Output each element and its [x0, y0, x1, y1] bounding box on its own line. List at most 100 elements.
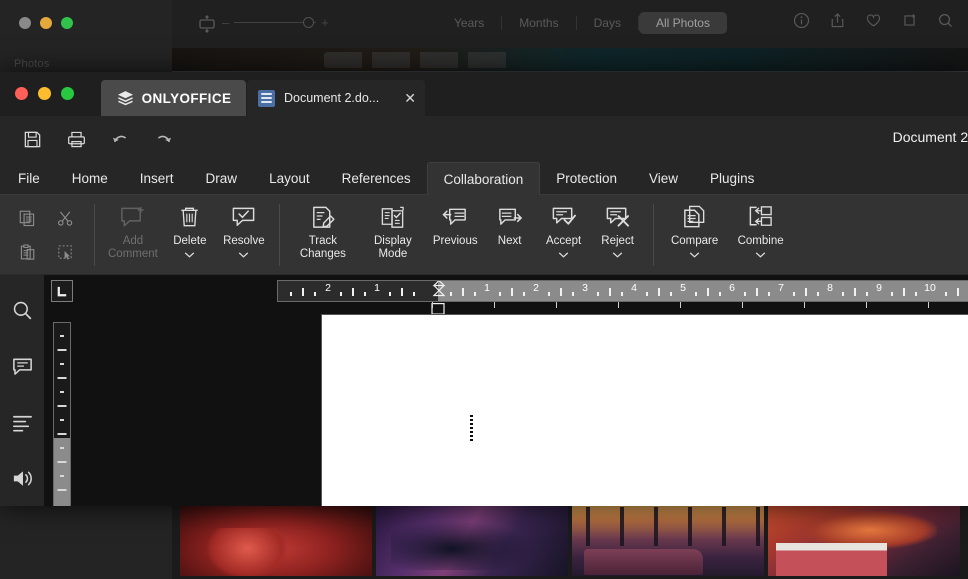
minimize-button[interactable]: [38, 87, 51, 100]
sidebar-item-search[interactable]: [7, 295, 37, 325]
photo-thumbnail[interactable]: [376, 504, 568, 576]
photos-window-controls[interactable]: [19, 17, 73, 29]
ruler-number: 2: [533, 282, 539, 294]
photo-thumbnail[interactable]: [180, 504, 372, 576]
reject-change-button[interactable]: Reject: [591, 195, 645, 275]
share-icon[interactable]: [829, 12, 846, 29]
tab-stop-selector[interactable]: [51, 280, 73, 302]
photo-thumbnail[interactable]: [572, 504, 764, 576]
comment-check-icon: [230, 202, 257, 232]
add-comment-label: Add Comment: [108, 235, 158, 261]
photos-minimize-button[interactable]: [40, 17, 52, 29]
display-mode-button[interactable]: Display Mode: [358, 195, 428, 275]
zoom-in-label[interactable]: +: [321, 16, 329, 29]
previous-label: Previous: [432, 235, 478, 247]
info-icon[interactable]: [793, 12, 810, 29]
sidebar-item-text-to-speech[interactable]: [7, 463, 37, 493]
photos-toolbar: – + Years Months Days All Photos: [172, 0, 968, 48]
previous-change-button[interactable]: Previous: [428, 195, 483, 275]
photo-thumbnail[interactable]: [768, 504, 960, 576]
paste-button[interactable]: [8, 235, 46, 269]
paste-icon: [20, 243, 34, 260]
onlyoffice-title-bar: ONLYOFFICE Document 2.do... ✕: [0, 72, 968, 116]
window-controls[interactable]: [15, 87, 74, 100]
undo-button[interactable]: [98, 122, 142, 156]
segment-days[interactable]: Days: [577, 12, 638, 34]
cut-button[interactable]: [46, 201, 84, 235]
chevron-down-icon[interactable]: [238, 252, 249, 259]
accept-change-button[interactable]: Accept: [537, 195, 591, 275]
delete-comment-button[interactable]: Delete: [163, 195, 217, 275]
tab-file[interactable]: File: [2, 162, 56, 195]
ruler-page-area: [438, 281, 968, 301]
tab-plugins[interactable]: Plugins: [694, 162, 770, 195]
reject-change-icon: [604, 202, 631, 232]
photos-zoom-button[interactable]: [61, 17, 73, 29]
combine-button[interactable]: Combine: [728, 195, 794, 275]
tab-view[interactable]: View: [633, 162, 694, 195]
ruler-number: 6: [729, 282, 735, 294]
rotate-icon[interactable]: [197, 14, 217, 34]
copy-icon: [19, 210, 34, 226]
photos-view-segments[interactable]: Years Months Days All Photos: [437, 10, 727, 36]
zoom-track[interactable]: [234, 17, 317, 28]
search-icon[interactable]: [937, 12, 954, 29]
rotate-crop-icon[interactable]: [901, 12, 918, 29]
horizontal-ruler[interactable]: 2 1 1 2 3 4 5 6 7 8 9 10: [277, 280, 968, 302]
select-tool-icon: [57, 244, 72, 260]
resolve-comment-button[interactable]: Resolve: [217, 195, 271, 275]
close-button[interactable]: [15, 87, 28, 100]
tab-home[interactable]: Home: [56, 162, 124, 195]
redo-button[interactable]: [142, 122, 186, 156]
chevron-down-icon[interactable]: [184, 252, 195, 259]
select-all-button[interactable]: [46, 235, 84, 269]
tab-protection[interactable]: Protection: [540, 162, 633, 195]
track-changes-button[interactable]: Track Changes: [288, 195, 358, 275]
close-icon[interactable]: ✕: [404, 91, 416, 105]
chevron-down-icon[interactable]: [612, 252, 623, 259]
copy-button[interactable]: [8, 201, 46, 235]
maximize-button[interactable]: [61, 87, 74, 100]
document-canvas[interactable]: 2 1 1 2 3 4 5 6 7 8 9 10: [44, 275, 968, 506]
ruler-number: 7: [778, 282, 784, 294]
sidebar-item-comments[interactable]: [7, 351, 37, 381]
vertical-ruler[interactable]: [53, 322, 71, 506]
save-button[interactable]: [10, 122, 54, 156]
segment-years[interactable]: Years: [437, 12, 501, 34]
reject-label: Reject: [601, 235, 634, 247]
photos-zoom-slider[interactable]: – +: [222, 16, 329, 29]
sidebar-item-headings[interactable]: [7, 407, 37, 437]
speaker-icon: [13, 470, 32, 486]
print-button[interactable]: [54, 122, 98, 156]
next-change-button[interactable]: Next: [483, 195, 537, 275]
zoom-out-label[interactable]: –: [222, 16, 229, 29]
ruler-number: 2: [325, 282, 331, 294]
photos-close-button[interactable]: [19, 17, 31, 29]
segment-all-photos[interactable]: All Photos: [638, 12, 727, 34]
add-comment-button[interactable]: Add Comment: [103, 195, 163, 275]
tab-collaboration[interactable]: Collaboration: [426, 162, 541, 195]
ribbon-toolbar: Add Comment Delete Resolve Track Changes…: [0, 195, 968, 275]
chevron-down-icon[interactable]: [558, 252, 569, 259]
segment-months[interactable]: Months: [502, 12, 575, 34]
photos-top-strip: [172, 48, 968, 72]
tab-references[interactable]: References: [326, 162, 427, 195]
toolbar-separator: [94, 204, 95, 266]
tab-insert[interactable]: Insert: [124, 162, 190, 195]
chevron-down-icon[interactable]: [755, 252, 766, 259]
tab-layout[interactable]: Layout: [253, 162, 326, 195]
document-page[interactable]: [321, 314, 968, 506]
favorite-icon[interactable]: [865, 12, 882, 29]
delete-label: Delete: [173, 235, 207, 247]
indent-markers[interactable]: [432, 280, 446, 302]
chevron-down-icon[interactable]: [689, 252, 700, 259]
tab-draw[interactable]: Draw: [190, 162, 254, 195]
undo-arrow-icon: [112, 135, 126, 143]
ruler-number: 10: [924, 282, 936, 294]
redo-arrow-icon: [158, 135, 172, 143]
compare-button[interactable]: Compare: [662, 195, 728, 275]
brand-tab[interactable]: ONLYOFFICE: [101, 80, 246, 116]
document-tab[interactable]: Document 2.do... ✕: [247, 80, 425, 116]
left-tab-stop-icon: [57, 286, 66, 296]
zoom-knob[interactable]: [303, 17, 315, 28]
